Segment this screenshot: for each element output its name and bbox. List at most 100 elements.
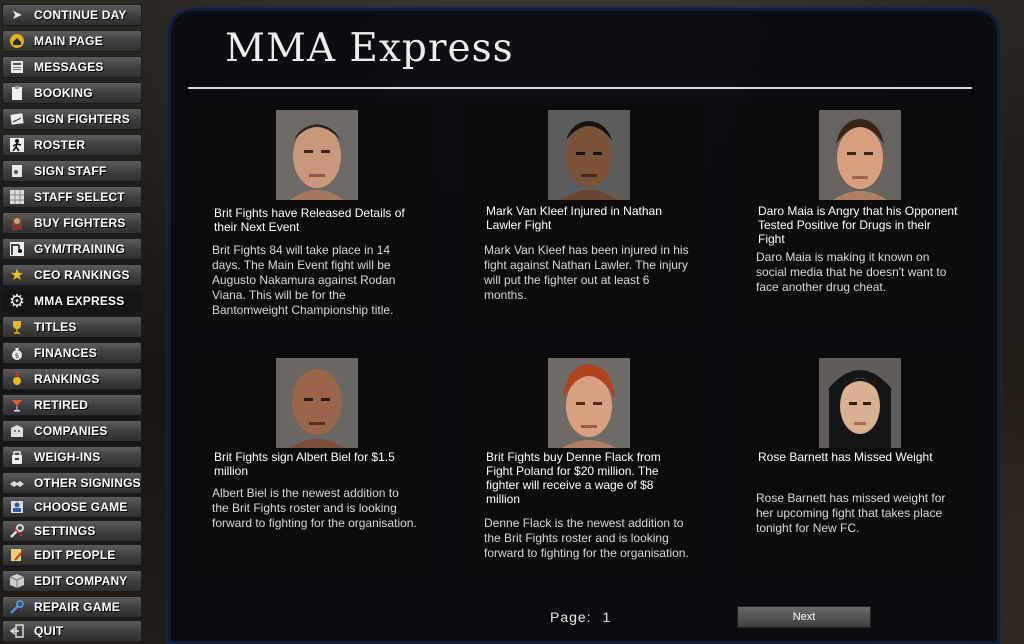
news-headline: Brit Fights sign Albert Biel for $1.5 mi…: [214, 450, 395, 478]
contract-icon: [6, 109, 28, 129]
medal-icon: [6, 369, 28, 389]
gear-icon: ⚙: [8, 290, 26, 311]
sidebar-item-label: MAIN PAGE: [34, 34, 103, 48]
sidebar-item-weigh-ins[interactable]: WEIGH-INS: [2, 446, 142, 468]
news-body: Rose Barnett has missed weight for her u…: [756, 491, 946, 535]
star-icon: ★: [9, 267, 25, 284]
news-headline: Mark Van Kleef Injured in Nathan Lawler …: [486, 204, 662, 232]
sidebar-item-label: EDIT COMPANY: [34, 574, 128, 588]
play-icon: ➤: [11, 7, 23, 22]
sidebar-item-buy-fighters[interactable]: BUY FIGHTERS: [2, 212, 142, 234]
sidebar-item-label: CHOOSE GAME: [34, 500, 128, 514]
sidebar-item-rankings[interactable]: RANKINGS: [2, 368, 142, 390]
fighter-portrait: [276, 110, 358, 200]
sidebar-item-label: EDIT PEOPLE: [34, 548, 116, 562]
sidebar-item-choose-game[interactable]: CHOOSE GAME: [2, 496, 142, 518]
sidebar-item-titles[interactable]: TITLES: [2, 316, 142, 338]
home-icon: [6, 31, 28, 51]
news-body: Denne Flack is the newest addition to th…: [484, 516, 689, 560]
sidebar-item-sign-fighters[interactable]: SIGN FIGHTERS: [2, 108, 142, 130]
sidebar-item-booking[interactable]: BOOKING: [2, 82, 142, 104]
title-divider: [188, 87, 972, 89]
sidebar-item-label: CEO RANKINGS: [34, 268, 130, 282]
sidebar-item-ceo-rankings[interactable]: ★ CEO RANKINGS: [2, 264, 142, 286]
grid-icon: [6, 187, 28, 207]
sidebar-item-label: RANKINGS: [34, 372, 100, 386]
sidebar-item-label: WEIGH-INS: [34, 450, 101, 464]
sidebar-item-messages[interactable]: MESSAGES: [2, 56, 142, 78]
page-title: MMA Express: [225, 26, 514, 71]
sidebar-item-label: MESSAGES: [34, 60, 104, 74]
sidebar-item-repair-game[interactable]: REPAIR GAME: [2, 596, 142, 618]
svg-text:$: $: [15, 352, 19, 360]
fighter-portrait: [548, 110, 630, 200]
sidebar-item-label: QUIT: [34, 624, 64, 638]
money-bag-icon: $: [6, 343, 28, 363]
page-indicator: Page: 1: [550, 609, 611, 625]
sidebar-item-mma-express[interactable]: ⚙ MMA EXPRESS: [2, 290, 142, 312]
sidebar-item-label: SETTINGS: [34, 524, 96, 538]
fighter-icon: [6, 135, 28, 155]
repair-icon: [6, 597, 28, 617]
person-icon: [6, 213, 28, 233]
sidebar-item-label: CONTINUE DAY: [34, 8, 127, 22]
fighter-portrait: [276, 358, 358, 448]
sidebar-item-label: MMA EXPRESS: [34, 294, 125, 308]
news-headline: Rose Barnett has Missed Weight: [758, 450, 933, 464]
news-body: Mark Van Kleef has been injured in his f…: [484, 243, 689, 302]
sidebar-item-quit[interactable]: QUIT: [2, 620, 142, 642]
sidebar-item-label: GYM/TRAINING: [34, 242, 126, 256]
scale-icon: [6, 447, 28, 467]
sidebar-item-main-page[interactable]: MAIN PAGE: [2, 30, 142, 52]
page-number: 1: [602, 609, 612, 625]
news-headline: Brit Fights buy Denne Flack from Fight P…: [486, 450, 661, 506]
sidebar-item-continue-day[interactable]: ➤ CONTINUE DAY: [2, 4, 142, 26]
sidebar-item-other-signings[interactable]: OTHER SIGNINGS: [2, 472, 142, 494]
newspaper-icon: [6, 57, 28, 77]
sidebar-item-label: BOOKING: [34, 86, 93, 100]
news-body: Brit Fights 84 will take place in 14 day…: [212, 243, 396, 317]
fighter-portrait: [819, 358, 901, 448]
next-page-button[interactable]: Next: [737, 606, 871, 628]
sidebar-item-label: RETIRED: [34, 398, 89, 412]
page-label: Page:: [550, 609, 592, 625]
fighter-portrait: [548, 358, 630, 448]
clipboard-icon: [6, 83, 28, 103]
gym-icon: [6, 239, 28, 259]
news-headline: Daro Maia is Angry that his Opponent Tes…: [758, 204, 958, 246]
exit-icon: [6, 621, 28, 641]
sidebar-item-staff-select[interactable]: STAFF SELECT: [2, 186, 142, 208]
sidebar-item-roster[interactable]: ROSTER: [2, 134, 142, 156]
building-icon: [6, 421, 28, 441]
sidebar-item-label: STAFF SELECT: [34, 190, 125, 204]
sidebar-item-label: SIGN STAFF: [34, 164, 107, 178]
sidebar-item-label: TITLES: [34, 320, 77, 334]
sidebar-item-finances[interactable]: $ FINANCES: [2, 342, 142, 364]
sidebar-item-label: REPAIR GAME: [34, 600, 120, 614]
sidebar-item-label: ROSTER: [34, 138, 86, 152]
wrench-icon: [6, 521, 28, 541]
document-icon: [6, 161, 28, 181]
sidebar-item-edit-company[interactable]: EDIT COMPANY: [2, 570, 142, 592]
sidebar-item-companies[interactable]: COMPANIES: [2, 420, 142, 442]
sidebar-item-label: FINANCES: [34, 346, 97, 360]
person-badge-icon: [6, 497, 28, 517]
sidebar-item-label: BUY FIGHTERS: [34, 216, 126, 230]
sidebar-item-label: OTHER SIGNINGS: [34, 476, 141, 490]
sidebar-item-retired[interactable]: RETIRED: [2, 394, 142, 416]
sidebar-item-settings[interactable]: SETTINGS: [2, 520, 142, 542]
cocktail-icon: [6, 395, 28, 415]
sidebar-item-sign-staff[interactable]: SIGN STAFF: [2, 160, 142, 182]
news-body: Albert Biel is the newest addition to th…: [212, 486, 417, 530]
news-body: Daro Maia is making it known on social m…: [756, 250, 947, 294]
trophy-icon: [6, 317, 28, 337]
fighter-portrait: [819, 110, 901, 200]
pencil-icon: [6, 545, 28, 565]
sidebar-item-gym-training[interactable]: GYM/TRAINING: [2, 238, 142, 260]
handshake-icon: [6, 473, 28, 493]
sidebar-item-label: SIGN FIGHTERS: [34, 112, 130, 126]
sidebar-item-label: COMPANIES: [34, 424, 108, 438]
news-headline: Brit Fights have Released Details of the…: [214, 206, 405, 234]
cube-icon: [6, 571, 28, 591]
sidebar-item-edit-people[interactable]: EDIT PEOPLE: [2, 544, 142, 566]
